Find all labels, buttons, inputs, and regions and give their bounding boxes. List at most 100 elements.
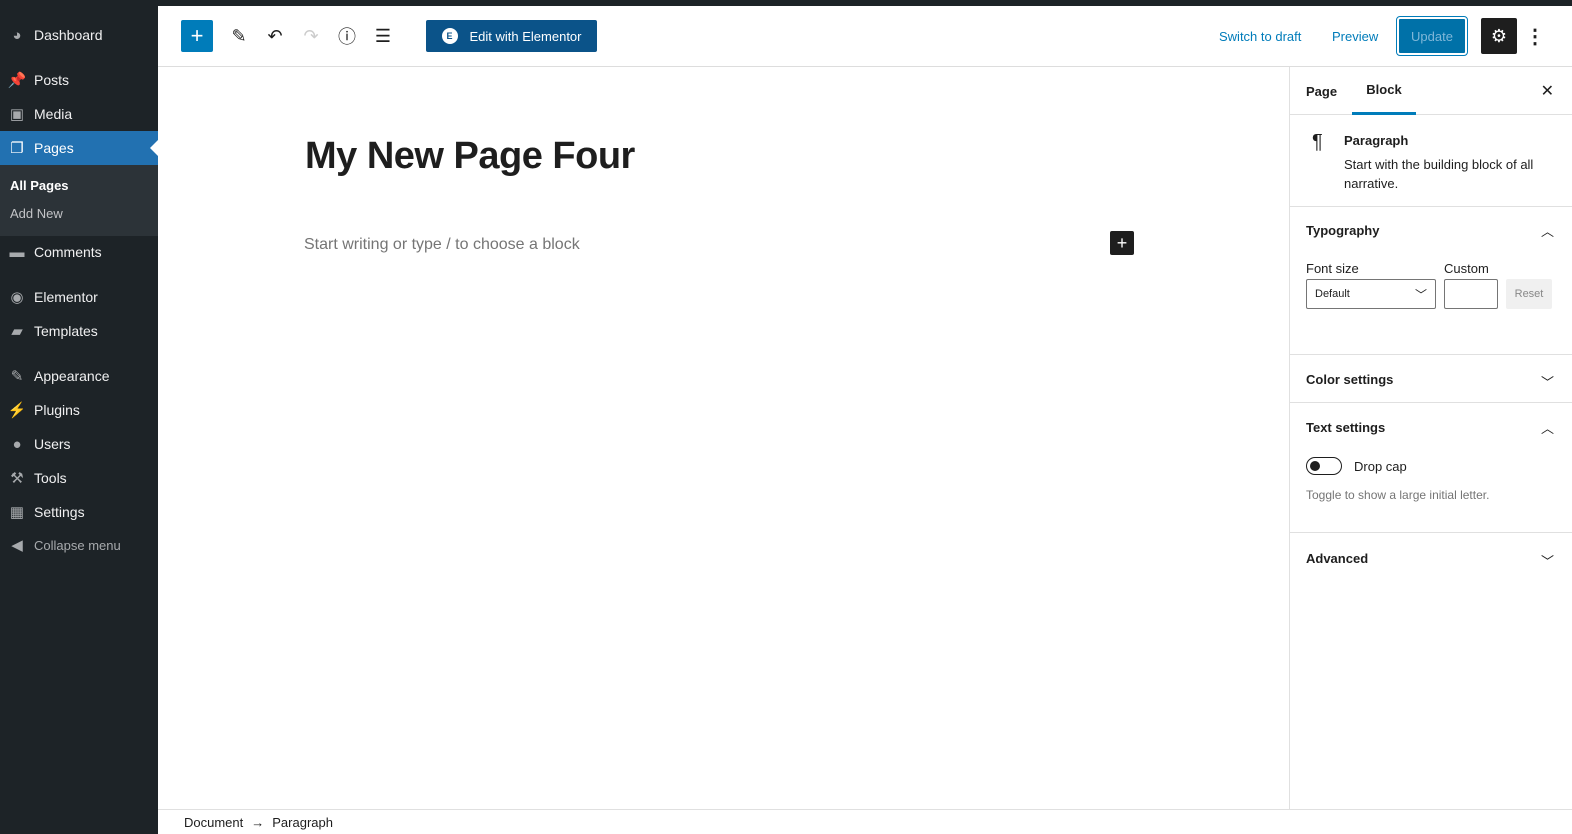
- wrench-icon: ⚒: [10, 470, 24, 487]
- options-button[interactable]: ⋮: [1525, 20, 1545, 52]
- undo-icon: ↶: [267, 25, 283, 46]
- sidebar-item-label: Collapse menu: [34, 537, 121, 553]
- sidebar-item-comments[interactable]: ▬ Comments: [0, 235, 158, 269]
- sidebar-item-plugins[interactable]: ⚡ Plugins: [0, 393, 158, 427]
- sidebar-item-dashboard[interactable]: ◕ Dashboard: [0, 18, 158, 52]
- pencil-icon: ✎: [231, 25, 247, 46]
- more-vertical-icon: ⋮: [1525, 25, 1545, 48]
- chevron-down-icon: ﹀: [1414, 288, 1427, 302]
- update-button[interactable]: Update: [1396, 16, 1468, 56]
- drop-cap-toggle[interactable]: [1306, 457, 1342, 475]
- sidebar-item-users[interactable]: ● Users: [0, 427, 158, 461]
- chevron-up-icon[interactable]: ︿: [1541, 418, 1554, 437]
- elementor-icon: E: [441, 28, 458, 44]
- tab-block[interactable]: Block: [1352, 67, 1416, 115]
- edit-with-elementor-label: Edit with Elementor: [469, 28, 582, 44]
- font-size-select[interactable]: Default ﹀: [1306, 279, 1436, 309]
- submenu-add-new[interactable]: Add New: [10, 206, 63, 221]
- settings-sidebar: Page Block ✕ ¶ Paragraph Start with the …: [1289, 67, 1572, 810]
- chevron-down-icon[interactable]: ﹀: [1541, 551, 1554, 570]
- pages-submenu: All Pages Add New: [0, 165, 158, 236]
- gear-icon: ⚙: [1490, 25, 1508, 46]
- switch-to-draft-button[interactable]: Switch to draft: [1219, 20, 1301, 52]
- sidebar-item-settings[interactable]: ▦ Settings: [0, 495, 158, 529]
- undo-button[interactable]: ↶: [261, 20, 289, 52]
- sidebar-item-label: Users: [34, 436, 71, 452]
- breadcrumb-paragraph[interactable]: Paragraph: [272, 815, 333, 830]
- block-name: Paragraph: [1344, 133, 1409, 148]
- sidebar-item-label: Plugins: [34, 402, 80, 418]
- pin-icon: 📌: [7, 72, 27, 89]
- settings-icon: ▦: [9, 504, 25, 521]
- arrow-right-icon: →: [251, 814, 265, 830]
- plugin-icon: ⚡: [7, 402, 27, 419]
- plus-icon: +: [1116, 232, 1128, 253]
- preview-button[interactable]: Preview: [1332, 20, 1378, 52]
- sidebar-item-media[interactable]: ▣ Media: [0, 97, 158, 131]
- user-icon: ●: [12, 435, 22, 453]
- admin-sidebar: All Pages Add New ◕ Dashboard 📌 Posts ▣ Media…: [0, 0, 158, 834]
- tools-button[interactable]: ✎: [225, 20, 253, 52]
- sidebar-item-collapse-menu[interactable]: ◀ Collapse menu: [0, 528, 158, 562]
- chevron-down-icon[interactable]: ﹀: [1541, 372, 1554, 391]
- block-description: Start with the building block of all nar…: [1344, 157, 1534, 191]
- drop-cap-label: Drop cap: [1354, 459, 1407, 474]
- font-size-value: Default: [1315, 288, 1350, 300]
- plus-icon: +: [190, 23, 204, 48]
- list-view-icon: ☰: [374, 25, 392, 46]
- block-placeholder[interactable]: Start writing or type / to choose a bloc…: [304, 236, 580, 254]
- breadcrumb-document[interactable]: Document: [184, 815, 243, 830]
- folder-icon: ▰: [11, 323, 23, 340]
- font-size-label: Font size: [1306, 261, 1359, 276]
- sidebar-item-label: Posts: [34, 72, 70, 88]
- redo-button[interactable]: ↷: [297, 20, 325, 52]
- sidebar-item-label: Templates: [34, 323, 98, 339]
- sidebar-item-elementor[interactable]: ◉ Elementor: [0, 280, 158, 314]
- elementor-icon: ◉: [10, 289, 24, 306]
- typography-header[interactable]: Typography: [1306, 223, 1379, 238]
- color-settings-header[interactable]: Color settings: [1306, 372, 1393, 387]
- sidebar-item-label: Settings: [34, 504, 85, 520]
- edit-with-elementor-button[interactable]: E Edit with Elementor: [426, 20, 597, 52]
- page-title[interactable]: My New Page Four: [305, 135, 635, 178]
- sidebar-item-label: Tools: [34, 470, 67, 486]
- close-panel-button[interactable]: ✕: [1541, 67, 1554, 115]
- brush-icon: ✎: [10, 368, 24, 385]
- chevron-up-icon[interactable]: ︿: [1541, 221, 1554, 240]
- sidebar-item-appearance[interactable]: ✎ Appearance: [0, 359, 158, 393]
- comment-icon: ▬: [9, 243, 25, 261]
- settings-button[interactable]: ⚙: [1481, 18, 1517, 54]
- redo-icon: ↷: [303, 25, 319, 46]
- sidebar-item-templates[interactable]: ▰ Templates: [0, 314, 158, 348]
- paragraph-icon: ¶: [1312, 131, 1323, 153]
- sidebar-item-label: Elementor: [34, 289, 98, 305]
- inline-add-block-button[interactable]: +: [1110, 231, 1134, 255]
- sidebar-item-label: Appearance: [34, 368, 110, 384]
- dashboard-icon: ◕: [12, 26, 22, 44]
- submenu-all-pages[interactable]: All Pages: [10, 178, 69, 193]
- list-view-button[interactable]: ☰: [369, 20, 397, 52]
- sidebar-item-posts[interactable]: 📌 Posts: [0, 63, 158, 97]
- sidebar-item-tools[interactable]: ⚒ Tools: [0, 461, 158, 495]
- sidebar-item-label: Pages: [34, 140, 74, 156]
- editor-header: + ✎ ↶ ↷ ⓘ ☰ E Edit with Elementor Switch …: [158, 6, 1572, 67]
- drop-cap-help: Toggle to show a large initial letter.: [1306, 488, 1490, 502]
- add-block-button[interactable]: +: [181, 20, 213, 52]
- close-icon: ✕: [1540, 83, 1554, 100]
- sidebar-item-pages[interactable]: ❐ Pages: [0, 131, 158, 165]
- custom-font-size-input[interactable]: [1444, 279, 1498, 309]
- sidebar-item-label: Comments: [34, 244, 102, 260]
- reset-button[interactable]: Reset: [1506, 279, 1552, 309]
- text-settings-header[interactable]: Text settings: [1306, 420, 1385, 435]
- custom-label: Custom: [1444, 261, 1489, 276]
- sidebar-item-label: Dashboard: [34, 27, 103, 43]
- pages-icon: ❐: [10, 140, 24, 157]
- media-icon: ▣: [9, 106, 25, 123]
- tab-page[interactable]: Page: [1306, 67, 1337, 115]
- advanced-header[interactable]: Advanced: [1306, 551, 1368, 566]
- block-breadcrumb: Document → Paragraph: [158, 809, 1572, 834]
- details-button[interactable]: ⓘ: [333, 20, 361, 52]
- collapse-icon: ◀: [11, 537, 23, 554]
- info-icon: ⓘ: [338, 27, 356, 47]
- sidebar-item-label: Media: [34, 106, 73, 122]
